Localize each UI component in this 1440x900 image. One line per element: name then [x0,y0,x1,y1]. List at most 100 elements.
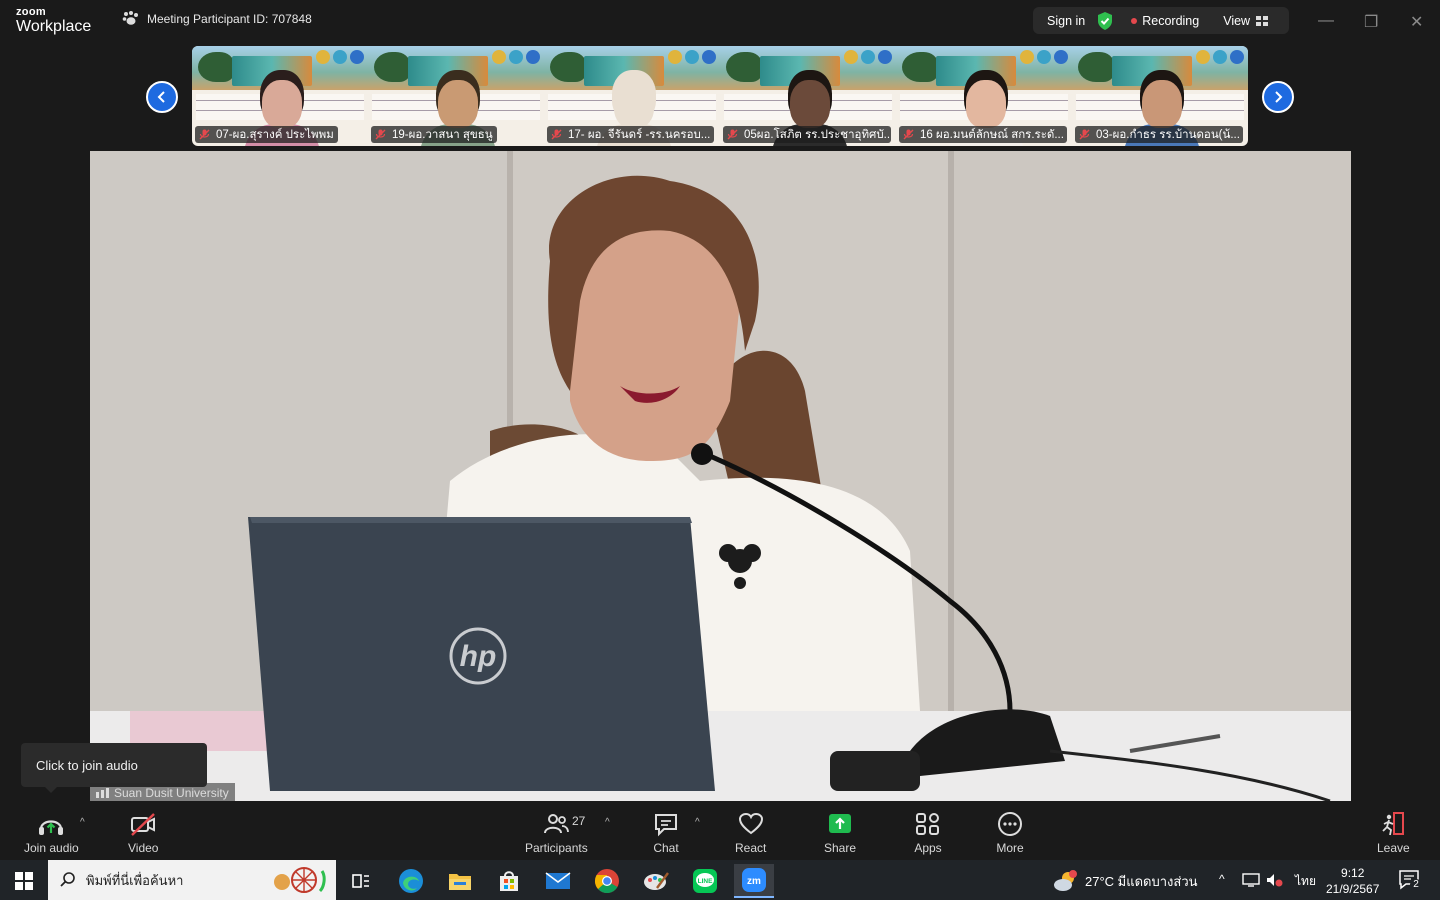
participant-strip: 07-ผอ.สุรางค์ ประไพพม 19-ผอ.วาสนา สุขธนู 1… [192,46,1248,146]
participant-thumbnail[interactable]: 17- ผอ. จีรันดร์ -รร.นครอบ... [544,46,720,146]
chevron-left-icon [157,91,165,103]
participant-name-tag: 07-ผอ.สุรางค์ ประไพพม [195,126,338,143]
edge-browser-icon[interactable] [391,866,431,896]
participant-name: 16 ผอ.มนต์ลักษณ์ สกร.ระดั... [920,128,1064,141]
strip-prev-button[interactable] [146,81,178,113]
participants-count: 27 [572,814,586,828]
title-bar: zoom Workplace Meeting Participant ID: 7… [0,0,1440,44]
line-app-icon[interactable]: LINE [685,866,725,896]
participant-thumbnail[interactable]: 07-ผอ.สุรางค์ ประไพพม [192,46,368,146]
main-video-name: Suan Dusit University [114,786,229,800]
participant-name-tag: 16 ผอ.มนต์ลักษณ์ สกร.ระดั... [899,126,1067,143]
search-placeholder: พิมพ์ที่นี่เพื่อค้นหา [86,872,184,888]
tray-chevron-icon[interactable]: ^ [1219,872,1225,886]
strip-next-button[interactable] [1262,81,1294,113]
chrome-icon[interactable] [587,866,627,896]
title-right-group: Sign in Recording View [1033,7,1289,34]
taskbar-search[interactable]: พิมพ์ที่นี่เพื่อค้นหา [48,860,336,900]
clock-date: 21/9/2567 [1326,882,1380,896]
participants-icon [544,814,570,834]
participant-thumbnail[interactable]: 05ผอ.โสภิต รร.ประชาอุทิศบั... [720,46,896,146]
react-label: React [735,841,767,855]
mic-muted-icon [727,129,738,140]
participant-thumbnail[interactable]: 16 ผอ.มนต์ลักษณ์ สกร.ระดั... [896,46,1072,146]
join-audio-button[interactable]: Join audio [24,811,79,855]
clock-time: 9:12 [1341,866,1365,880]
shield-check-icon[interactable] [1097,11,1113,30]
svg-text:LINE: LINE [698,878,713,885]
more-label: More [996,841,1024,855]
meeting-id[interactable]: Meeting Participant ID: 707848 [122,11,312,26]
chat-caret-icon[interactable]: ^ [695,817,700,828]
zoom-app-icon[interactable]: zm [734,864,774,898]
notification-button[interactable]: 2 [1398,869,1422,896]
react-button[interactable]: React [735,811,766,855]
participant-name: 19-ผอ.วาสนา สุขธนู [392,128,493,141]
windows-taskbar: พิมพ์ที่นี่เพื่อค้นหา LINE zm 27°C มีแดด… [0,860,1440,900]
video-button[interactable]: Video [128,811,158,855]
search-icon [60,872,75,887]
video-off-icon [131,813,156,836]
participant-thumbnail[interactable]: 03-ผอ.กำธร รร.บ้านดอน(น้... [1072,46,1248,146]
video-label: Video [128,841,159,855]
view-button[interactable]: View [1223,13,1269,28]
mic-muted-icon [1079,129,1090,140]
language-indicator[interactable]: ไทย [1295,872,1316,891]
leave-button[interactable]: Leave [1377,811,1410,855]
heart-icon [738,812,763,835]
chat-button[interactable]: Chat [652,811,680,855]
meeting-toolbar: Join audio ^ Video Participants 27 ^ Cha… [0,801,1440,860]
sign-in-button[interactable]: Sign in [1033,14,1097,28]
restore-icon[interactable]: ❐ [1364,12,1378,32]
mail-icon[interactable] [538,866,578,896]
participant-name-tag: 03-ผอ.กำธร รร.บ้านดอน(น้... [1075,126,1243,143]
main-video[interactable]: hp [90,151,1351,801]
file-explorer-icon[interactable] [440,866,480,896]
weather-cloud-sun-icon [1054,870,1077,891]
participant-name: 05ผอ.โสภิต รร.ประชาอุทิศบั... [744,128,891,141]
logo-workplace-text: Workplace [16,18,92,35]
share-button[interactable]: Share [824,811,856,855]
audio-caret-icon[interactable]: ^ [80,817,85,828]
mic-muted-icon [375,129,386,140]
ferris-wheel-icon [274,867,326,893]
close-icon[interactable]: ✕ [1410,12,1423,32]
meeting-id-text: Meeting Participant ID: 707848 [147,11,312,26]
logo-zoom-text: zoom [16,6,46,18]
join-audio-tooltip: Click to join audio [21,743,207,793]
task-view-icon[interactable] [341,866,381,896]
weather-widget[interactable]: 27°C มีแดดบางส่วน [1053,870,1198,892]
share-screen-icon [829,814,852,833]
mic-muted-icon [903,129,914,140]
windows-start-icon[interactable] [15,872,33,890]
mic-muted-icon [199,129,210,140]
svg-text:hp: hp [460,640,497,673]
taskbar-clock[interactable]: 9:12 21/9/2567 [1326,865,1379,897]
chevron-right-icon [1275,91,1283,103]
view-text: View [1223,13,1251,28]
more-dots-icon [998,812,1022,836]
participant-name: 07-ผอ.สุรางค์ ประไพพม [216,128,334,141]
apps-button[interactable]: Apps [914,811,942,855]
participant-name: 17- ผอ. จีรันดร์ -รร.นครอบ... [568,128,711,141]
paint-icon[interactable] [636,866,676,896]
leave-label: Leave [1377,841,1410,855]
notification-count: 2 [1410,879,1422,891]
main-video-label: Suan Dusit University [90,783,235,801]
minimize-icon[interactable]: — [1318,12,1334,30]
participant-name-tag: 19-ผอ.วาสนา สุขธนู [371,126,497,143]
chat-icon [655,814,677,837]
recording-dot-icon [1131,17,1138,24]
recording-indicator[interactable]: Recording [1131,14,1199,28]
leave-door-icon [1382,812,1405,836]
speaker-muted-icon[interactable] [1266,873,1284,887]
network-icon[interactable] [1242,873,1260,887]
store-icon[interactable] [489,866,529,896]
more-button[interactable]: More [996,811,1024,855]
participants-caret-icon[interactable]: ^ [605,817,610,828]
participant-name-tag: 05ผอ.โสภิต รร.ประชาอุทิศบั... [723,126,891,143]
participant-thumbnail[interactable]: 19-ผอ.วาสนา สุขธนู [368,46,544,146]
apps-icon [916,813,939,835]
apps-label: Apps [914,841,942,855]
paw-icon [122,11,138,25]
